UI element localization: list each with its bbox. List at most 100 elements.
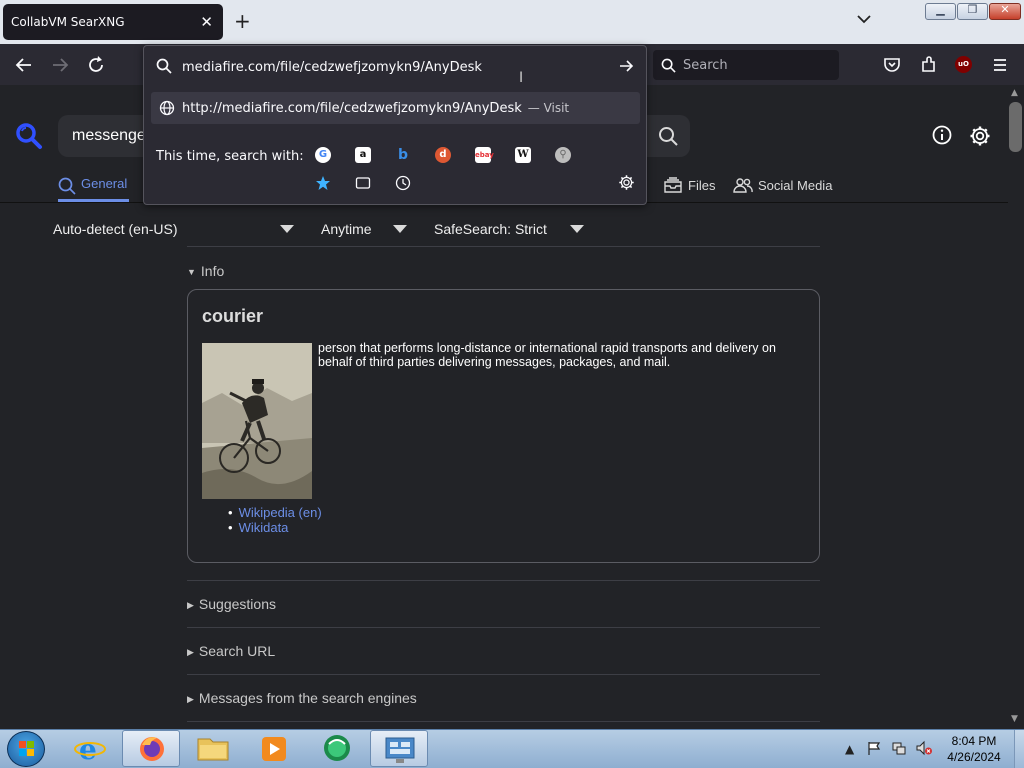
- browser-search-box[interactable]: Search: [653, 50, 839, 80]
- suggestions-section-toggle[interactable]: ▶ Suggestions: [187, 596, 276, 612]
- collapsed-triangle-icon: ▶: [187, 694, 194, 704]
- search-url-section-toggle[interactable]: ▶ Search URL: [187, 643, 275, 659]
- window-close-button[interactable]: ✕: [989, 3, 1021, 20]
- taskbar-app[interactable]: [307, 730, 365, 767]
- scroll-down-arrow-icon[interactable]: ▼: [1011, 714, 1018, 724]
- infobox-title[interactable]: courier: [202, 306, 263, 327]
- language-filter[interactable]: Auto-detect (en-US): [53, 221, 178, 237]
- safesearch-dropdown-caret-icon[interactable]: [570, 225, 584, 233]
- go-arrow-icon[interactable]: [618, 58, 634, 74]
- wikidata-link[interactable]: Wikidata: [228, 520, 322, 535]
- expanded-triangle-icon: ▼: [187, 267, 196, 277]
- search-icon: [661, 58, 676, 73]
- show-desktop-button[interactable]: [1014, 730, 1024, 768]
- wikipedia-icon[interactable]: W: [515, 147, 531, 163]
- address-bar-popup: I http://mediafire.com/file/cedzwefjzomy…: [143, 45, 647, 205]
- language-dropdown-caret-icon[interactable]: [280, 225, 294, 233]
- time-range-dropdown-caret-icon[interactable]: [393, 225, 407, 233]
- suggestion-action: — Visit: [527, 101, 570, 115]
- url-suggestion-row[interactable]: http://mediafire.com/file/cedzwefjzomykn…: [151, 92, 640, 124]
- category-general-tab[interactable]: General: [58, 176, 130, 202]
- clock-date: 4/26/2024: [947, 750, 1001, 764]
- bookmarks-icon[interactable]: [315, 175, 331, 191]
- info-circle-icon[interactable]: [932, 125, 952, 145]
- url-search-icon: [156, 58, 172, 74]
- tabs-icon[interactable]: [355, 175, 371, 191]
- system-clock[interactable]: 8:04 PM 4/26/2024: [940, 733, 1008, 765]
- category-files-label: Files: [688, 177, 716, 193]
- search-placeholder: Search: [683, 57, 728, 73]
- infobox: courier person that performs long-distan…: [187, 289, 820, 563]
- info-section-label: Info: [200, 263, 225, 279]
- taskbar-media-player[interactable]: [245, 730, 303, 767]
- reload-icon[interactable]: [86, 55, 106, 75]
- wikipedia-link[interactable]: Wikipedia (en): [228, 505, 322, 520]
- divider: [187, 721, 820, 722]
- start-button[interactable]: [7, 731, 45, 767]
- ublock-origin-icon[interactable]: uO: [955, 56, 972, 73]
- infobox-image[interactable]: [202, 343, 312, 499]
- globe-icon: [159, 100, 175, 116]
- taskbar-file-explorer[interactable]: [184, 730, 242, 767]
- app-bubble-icon: [324, 735, 350, 761]
- duckduckgo-icon[interactable]: d: [435, 147, 451, 163]
- svg-text:e: e: [79, 733, 97, 766]
- history-icon[interactable]: [395, 175, 411, 191]
- category-files-tab[interactable]: Files: [663, 177, 715, 193]
- tab-strip: CollabVM SearXNG ✕ + ▁ ❐ ✕: [0, 0, 1024, 44]
- network-icon[interactable]: [891, 740, 907, 756]
- amazon-icon[interactable]: a: [355, 147, 371, 163]
- google-icon[interactable]: G: [315, 147, 331, 163]
- searxng-logo-icon[interactable]: [15, 122, 43, 150]
- internet-explorer-icon: e: [74, 733, 106, 766]
- browser-tab[interactable]: CollabVM SearXNG ✕: [3, 4, 223, 40]
- search-with-label: This time, search with:: [156, 149, 304, 164]
- people-icon: [733, 178, 753, 193]
- category-social-media-tab[interactable]: Social Media: [733, 177, 832, 193]
- suggestions-section-label: Suggestions: [198, 596, 276, 612]
- page-scrollbar[interactable]: [1008, 85, 1024, 729]
- time-range-filter[interactable]: Anytime: [321, 221, 372, 237]
- taskbar-firefox[interactable]: [122, 730, 180, 767]
- divider: [187, 627, 820, 628]
- action-center-flag-icon[interactable]: [866, 740, 882, 756]
- ebay-icon[interactable]: ebay: [475, 147, 494, 163]
- extensions-icon[interactable]: [919, 55, 939, 75]
- info-section-toggle[interactable]: ▼ Info: [187, 263, 224, 279]
- query-search-icon[interactable]: [658, 126, 678, 146]
- suggestion-url: http://mediafire.com/file/cedzwefjzomykn…: [182, 100, 522, 116]
- volume-muted-icon[interactable]: [915, 740, 933, 756]
- messages-section-toggle[interactable]: ▶ Messages from the search engines: [187, 690, 417, 706]
- address-bar-input[interactable]: [182, 58, 602, 76]
- folder-icon: [197, 738, 229, 761]
- infobox-description: person that performs long-distance or in…: [318, 341, 776, 369]
- window-restore-button[interactable]: ❐: [957, 3, 988, 20]
- text-cursor-icon: I: [519, 70, 524, 86]
- search-url-section-label: Search URL: [198, 643, 276, 659]
- hamburger-menu-icon[interactable]: [990, 55, 1010, 75]
- new-tab-button[interactable]: +: [234, 10, 251, 32]
- taskbar-internet-explorer[interactable]: e: [61, 730, 119, 767]
- window-minimize-button[interactable]: ▁: [925, 3, 956, 20]
- bing-icon[interactable]: b: [395, 147, 411, 163]
- search-engine-icon[interactable]: ⚲: [555, 147, 571, 163]
- firefox-icon: [140, 737, 164, 761]
- search-icon: [58, 177, 76, 195]
- collapsed-triangle-icon: ▶: [187, 600, 194, 610]
- show-hidden-icons[interactable]: ▲: [845, 742, 854, 756]
- divider: [187, 580, 820, 581]
- forward-arrow-icon[interactable]: [50, 55, 70, 75]
- safesearch-filter[interactable]: SafeSearch: Strict: [434, 221, 547, 237]
- tab-close-icon[interactable]: ✕: [200, 13, 213, 31]
- messages-section-label: Messages from the search engines: [198, 690, 417, 706]
- category-general-label: General: [81, 176, 128, 191]
- taskbar-remote-desktop[interactable]: [370, 730, 428, 767]
- back-arrow-icon[interactable]: [14, 55, 34, 75]
- preferences-gear-icon[interactable]: [969, 125, 991, 147]
- scroll-up-arrow-icon[interactable]: ▲: [1011, 88, 1018, 98]
- tab-title: CollabVM SearXNG: [11, 15, 125, 29]
- scrollbar-thumb[interactable]: [1009, 102, 1022, 152]
- search-settings-gear-icon[interactable]: [618, 174, 635, 191]
- pocket-icon[interactable]: [882, 55, 902, 75]
- list-all-tabs-icon[interactable]: [856, 11, 872, 27]
